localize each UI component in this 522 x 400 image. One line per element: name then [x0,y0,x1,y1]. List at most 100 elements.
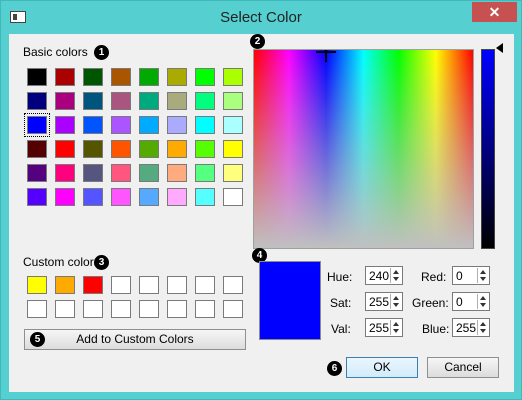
basic-color-swatch[interactable] [55,140,75,158]
custom-color-swatch[interactable] [83,300,103,318]
basic-color-swatch[interactable] [195,92,215,110]
basic-color-swatch[interactable] [111,68,131,86]
basic-color-swatch[interactable] [27,188,47,206]
basic-color-swatch[interactable] [139,140,159,158]
basic-color-swatch[interactable] [83,116,103,134]
custom-colors-label: Custom colors [23,255,100,269]
green-spinbox[interactable]: 0 [452,292,490,311]
spin-up-icon[interactable] [393,270,399,274]
basic-color-swatch[interactable] [167,140,187,158]
custom-color-swatch[interactable] [167,276,187,294]
red-spinbox[interactable]: 0 [452,266,490,285]
basic-color-swatch[interactable] [195,164,215,182]
val-spinbox[interactable]: 255 [365,318,403,337]
ok-button[interactable]: OK [346,357,418,378]
custom-color-swatch[interactable] [27,300,47,318]
custom-color-swatch[interactable] [111,300,131,318]
basic-color-swatch[interactable] [111,140,131,158]
basic-color-swatch[interactable] [167,68,187,86]
custom-color-swatch[interactable] [27,276,47,294]
custom-color-swatch[interactable] [139,276,159,294]
custom-color-swatch[interactable] [55,300,75,318]
basic-color-swatch[interactable] [139,164,159,182]
spin-down-icon[interactable] [393,303,399,307]
basic-color-swatch[interactable] [139,116,159,134]
basic-color-swatch[interactable] [223,164,243,182]
basic-color-swatch[interactable] [55,164,75,182]
custom-color-swatch[interactable] [223,300,243,318]
custom-color-swatch[interactable] [223,276,243,294]
custom-color-swatch[interactable] [195,276,215,294]
picker-crosshair-vertical [325,50,327,62]
basic-color-swatch[interactable] [111,92,131,110]
value-slider-arrow-icon[interactable] [496,43,503,53]
blue-stepper[interactable] [477,320,488,335]
basic-color-swatch[interactable] [27,116,47,134]
cancel-button[interactable]: Cancel [427,357,499,378]
custom-color-swatch[interactable] [139,300,159,318]
spin-up-icon[interactable] [480,270,486,274]
spin-down-icon[interactable] [393,277,399,281]
basic-color-swatch[interactable] [139,188,159,206]
spin-up-icon[interactable] [393,296,399,300]
basic-color-swatch[interactable] [223,188,243,206]
spin-up-icon[interactable] [480,322,486,326]
close-button[interactable]: ✕ [472,2,517,22]
basic-color-swatch[interactable] [55,92,75,110]
basic-color-swatch[interactable] [195,140,215,158]
basic-color-swatch[interactable] [27,140,47,158]
basic-color-swatch[interactable] [83,92,103,110]
red-stepper[interactable] [477,268,488,283]
basic-color-swatch[interactable] [111,188,131,206]
green-stepper[interactable] [477,294,488,309]
basic-color-swatch[interactable] [195,68,215,86]
basic-color-swatch[interactable] [223,92,243,110]
basic-color-swatch[interactable] [139,68,159,86]
marker-add-custom: 5 [30,332,45,347]
basic-color-swatch[interactable] [223,140,243,158]
hue-saturation-picker[interactable] [253,49,474,249]
custom-color-swatch[interactable] [195,300,215,318]
spin-down-icon[interactable] [393,329,399,333]
basic-color-swatch[interactable] [195,116,215,134]
basic-color-swatch[interactable] [167,116,187,134]
value-slider[interactable] [481,49,495,249]
basic-color-swatch[interactable] [55,188,75,206]
basic-color-swatch[interactable] [167,188,187,206]
basic-color-swatch[interactable] [223,116,243,134]
custom-color-swatch[interactable] [55,276,75,294]
sat-stepper[interactable] [390,294,401,309]
spin-down-icon[interactable] [480,329,486,333]
basic-color-swatch[interactable] [111,116,131,134]
hue-stepper[interactable] [390,268,401,283]
add-to-custom-colors-button[interactable]: Add to Custom Colors [24,329,246,350]
custom-color-swatch[interactable] [111,276,131,294]
hue-spinbox[interactable]: 240 [365,266,403,285]
sat-spinbox[interactable]: 255 [365,292,403,311]
basic-color-swatch[interactable] [55,116,75,134]
blue-spinbox[interactable]: 255 [452,318,490,337]
basic-color-swatch[interactable] [55,68,75,86]
spin-up-icon[interactable] [480,296,486,300]
basic-color-swatch[interactable] [83,164,103,182]
basic-color-swatch[interactable] [27,92,47,110]
basic-color-swatch[interactable] [167,92,187,110]
title-bar: Select Color ✕ [1,1,521,34]
basic-color-swatch[interactable] [167,164,187,182]
spin-up-icon[interactable] [393,322,399,326]
basic-color-swatch[interactable] [27,68,47,86]
spin-down-icon[interactable] [480,303,486,307]
basic-color-swatch[interactable] [223,68,243,86]
basic-color-swatch[interactable] [27,164,47,182]
val-stepper[interactable] [390,320,401,335]
basic-color-swatch[interactable] [195,188,215,206]
basic-color-swatch[interactable] [83,140,103,158]
blue-label: Blue: [422,322,450,336]
basic-color-swatch[interactable] [139,92,159,110]
spin-down-icon[interactable] [480,277,486,281]
custom-color-swatch[interactable] [167,300,187,318]
basic-color-swatch[interactable] [111,164,131,182]
basic-color-swatch[interactable] [83,188,103,206]
custom-color-swatch[interactable] [83,276,103,294]
basic-color-swatch[interactable] [83,68,103,86]
